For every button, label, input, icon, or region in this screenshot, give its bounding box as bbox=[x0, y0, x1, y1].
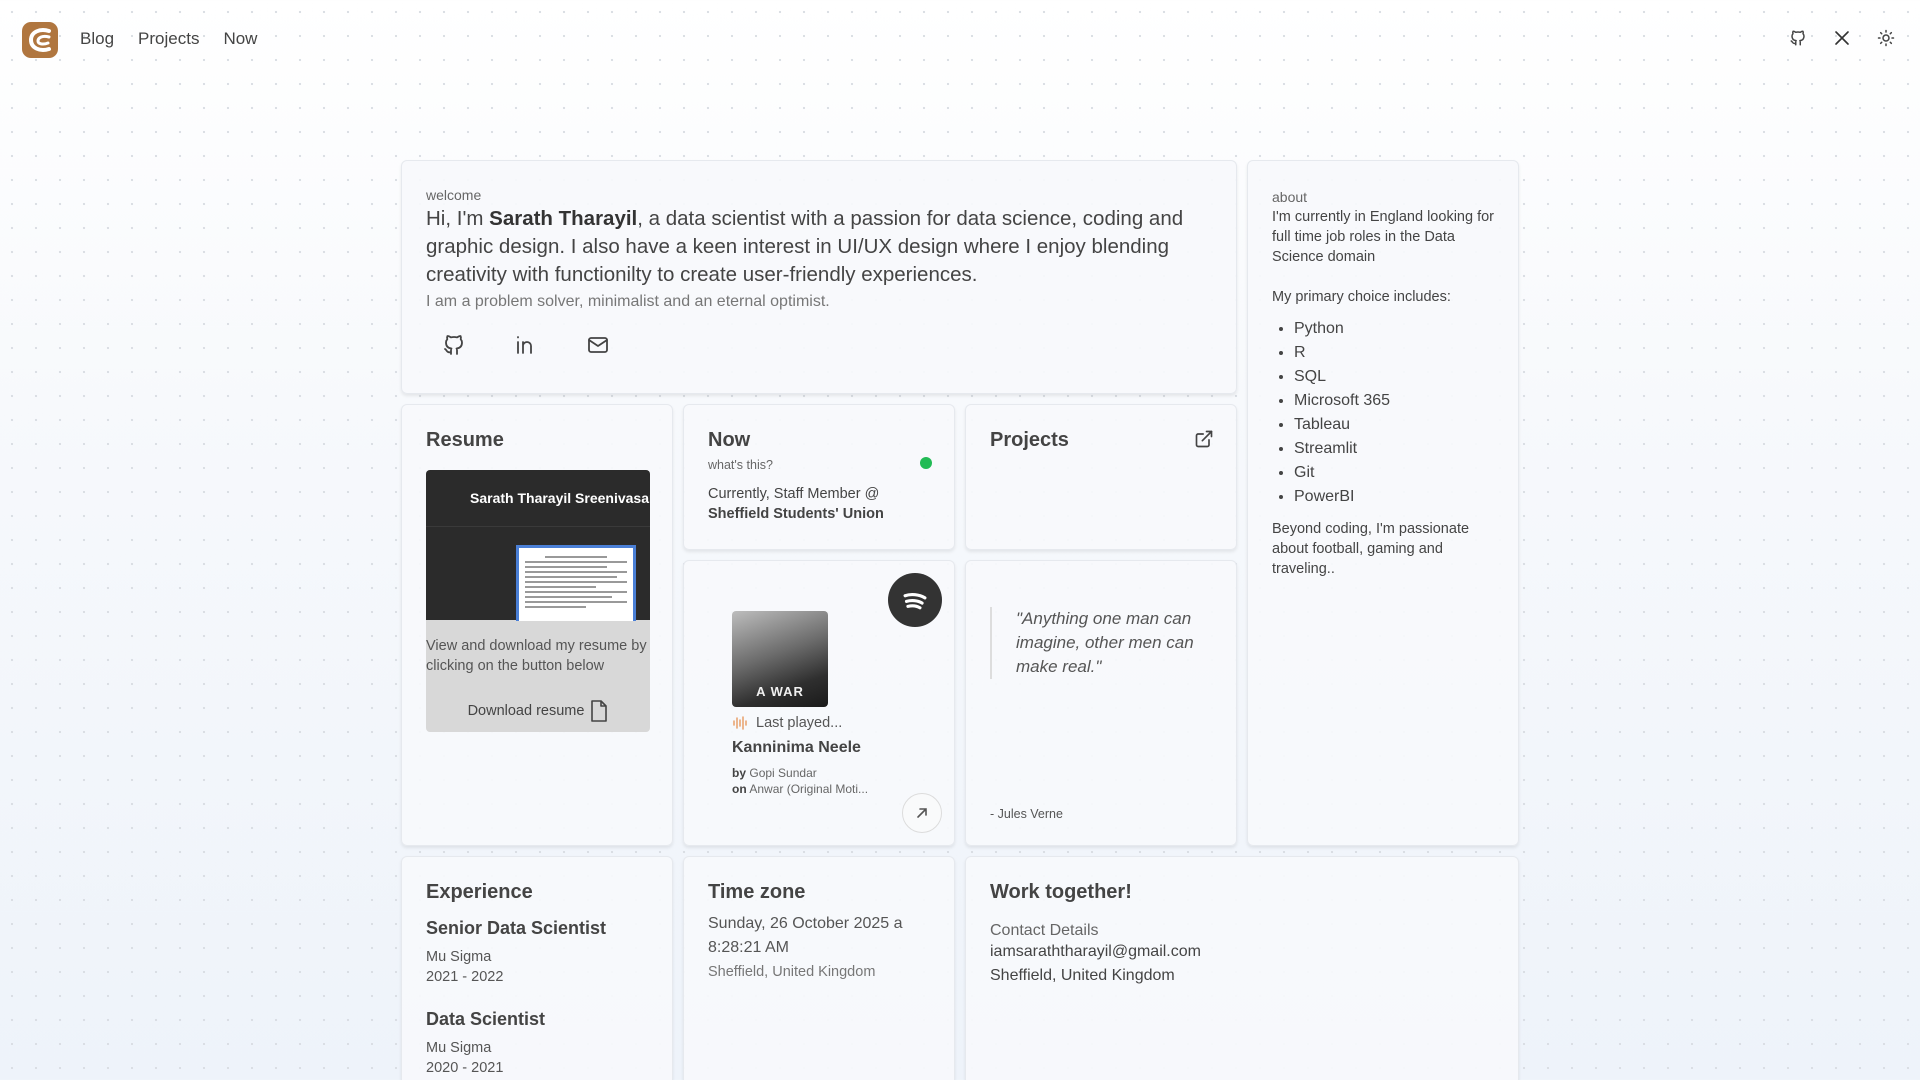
about-label: about bbox=[1272, 189, 1308, 205]
track-meta: Last played... Kanninima Neele by Gopi S… bbox=[732, 715, 942, 797]
now-current-text: Currently, Staff Member @ bbox=[708, 486, 880, 502]
mail-icon[interactable] bbox=[586, 333, 612, 359]
status-indicator bbox=[920, 457, 932, 469]
about-hobbies-text: Beyond coding, I'm passionate about foot… bbox=[1272, 521, 1470, 577]
external-link-icon[interactable] bbox=[1194, 429, 1214, 449]
now-whats-this-link[interactable]: what's this? bbox=[708, 458, 930, 472]
last-played-label: Last played... bbox=[756, 715, 843, 731]
experience-title: Experience bbox=[426, 881, 533, 903]
job-item: Senior Data Scientist Mu Sigma 2021 - 20… bbox=[426, 918, 648, 987]
job-company: Mu Sigma bbox=[426, 1040, 492, 1056]
skill-item: PowerBI bbox=[1294, 485, 1494, 509]
work-together-card: Work together! Contact Details iamsarath… bbox=[965, 856, 1519, 1080]
github-icon[interactable] bbox=[1788, 28, 1808, 48]
album-name: Anwar (Original Moti... bbox=[749, 782, 869, 796]
sun-icon[interactable] bbox=[1876, 28, 1896, 48]
social-links bbox=[426, 333, 1212, 359]
timezone-card: Time zone Sunday, 26 October 2025 a 8:28… bbox=[683, 856, 955, 1080]
linkedin-icon[interactable] bbox=[514, 333, 540, 359]
job-company: Mu Sigma bbox=[426, 949, 492, 965]
quote-card: "Anything one man can imagine, other men… bbox=[965, 560, 1237, 846]
x-icon[interactable] bbox=[1832, 28, 1852, 48]
logo-icon[interactable] bbox=[22, 22, 58, 58]
resume-title: Resume bbox=[426, 429, 504, 451]
quote-author: - Jules Verne bbox=[990, 807, 1063, 821]
resume-page-thumbnail bbox=[516, 545, 636, 621]
skill-item: Git bbox=[1294, 461, 1494, 485]
track-name: Kanninima Neele bbox=[732, 739, 861, 756]
resume-viewer-header: Sarath Tharayil Sreenivasan bbox=[426, 470, 650, 526]
album-art-text: A WAR bbox=[756, 684, 804, 699]
album-art: A WAR bbox=[732, 611, 828, 707]
resume-description: View and download my resume by clicking … bbox=[426, 638, 647, 674]
resume-document bbox=[426, 526, 650, 621]
spotify-icon bbox=[888, 573, 942, 627]
top-nav: Blog Projects Now bbox=[0, 0, 1920, 80]
open-track-button[interactable] bbox=[902, 793, 942, 833]
timezone-title: Time zone bbox=[708, 881, 806, 903]
work-title: Work together! bbox=[990, 881, 1132, 903]
resume-preview[interactable]: Sarath Tharayil Sreenivasan View and dow… bbox=[426, 470, 650, 732]
skill-item: SQL bbox=[1294, 365, 1494, 389]
skill-item: Tableau bbox=[1294, 413, 1494, 437]
skill-item: Python bbox=[1294, 317, 1494, 341]
author-name: Sarath Tharayil bbox=[489, 207, 638, 230]
quote-text: "Anything one man can imagine, other men… bbox=[990, 607, 1212, 679]
experience-card: Experience Senior Data Scientist Mu Sigm… bbox=[401, 856, 673, 1080]
job-title: Data Scientist bbox=[426, 1009, 546, 1029]
job-years: 2021 - 2022 bbox=[426, 969, 504, 985]
nav-actions bbox=[1788, 28, 1896, 48]
spotify-card: A WAR Last played... Kanninima Neele by … bbox=[683, 560, 955, 846]
projects-card[interactable]: Projects bbox=[965, 404, 1237, 550]
track-album: on Anwar (Original Moti... bbox=[732, 781, 942, 797]
about-choice-text: My primary choice includes: bbox=[1272, 289, 1451, 305]
job-years: 2020 - 2021 bbox=[426, 1060, 504, 1076]
last-played: Last played... bbox=[732, 715, 942, 731]
now-organization: Sheffield Students' Union bbox=[708, 506, 884, 522]
contact-details-label: Contact Details bbox=[990, 922, 1099, 939]
about-card: about I'm currently in England looking f… bbox=[1247, 160, 1519, 846]
nav-now-link[interactable]: Now bbox=[223, 29, 257, 49]
nav-blog-link[interactable]: Blog bbox=[80, 29, 114, 49]
contact-email[interactable]: iamsaraththarayil@gmail.com bbox=[990, 940, 1494, 964]
about-text: I'm currently in England looking for ful… bbox=[1272, 209, 1494, 265]
skills-list: Python R SQL Microsoft 365 Tableau Strea… bbox=[1294, 317, 1494, 509]
contact-location: Sheffield, United Kingdom bbox=[990, 967, 1175, 984]
now-current: Currently, Staff Member @ Sheffield Stud… bbox=[708, 484, 930, 524]
welcome-label: welcome bbox=[426, 187, 482, 203]
tagline: I am a problem solver, minimalist and an… bbox=[426, 293, 830, 310]
job-title: Senior Data Scientist bbox=[426, 918, 607, 938]
welcome-card: welcome Hi, I'm Sarath Tharayil, a data … bbox=[401, 160, 1237, 394]
job-item: Data Scientist Mu Sigma 2020 - 2021 bbox=[426, 1009, 648, 1078]
download-resume-button[interactable]: Download resume bbox=[426, 700, 650, 722]
resume-card: Resume Sarath Tharayil Sreenivasan View … bbox=[401, 404, 673, 846]
current-datetime: Sunday, 26 October 2025 a 8:28:21 AM bbox=[708, 915, 903, 956]
nav-projects-link[interactable]: Projects bbox=[138, 29, 199, 49]
by-label: by bbox=[732, 766, 747, 780]
skill-item: R bbox=[1294, 341, 1494, 365]
sound-wave-icon bbox=[733, 716, 747, 730]
arrow-up-right-icon bbox=[917, 808, 927, 818]
timezone-location: Sheffield, United Kingdom bbox=[708, 964, 876, 980]
document-icon bbox=[591, 700, 608, 722]
intro-text: Hi, I'm Sarath Tharayil, a data scientis… bbox=[426, 205, 1216, 289]
download-resume-label: Download resume bbox=[467, 703, 585, 719]
artist-name: Gopi Sundar bbox=[749, 766, 817, 780]
skill-item: Microsoft 365 bbox=[1294, 389, 1494, 413]
on-label: on bbox=[732, 782, 747, 796]
skill-item: Streamlit bbox=[1294, 437, 1494, 461]
resume-viewer-title: Sarath Tharayil Sreenivasan bbox=[470, 490, 650, 506]
projects-title: Projects bbox=[990, 429, 1069, 451]
track-artist: by Gopi Sundar bbox=[732, 765, 942, 781]
intro-prefix: Hi, I'm bbox=[426, 207, 490, 230]
nav-links: Blog Projects Now bbox=[80, 29, 257, 49]
now-card: Now what's this? Currently, Staff Member… bbox=[683, 404, 955, 550]
github-icon[interactable] bbox=[442, 333, 468, 359]
now-title: Now bbox=[708, 429, 751, 451]
